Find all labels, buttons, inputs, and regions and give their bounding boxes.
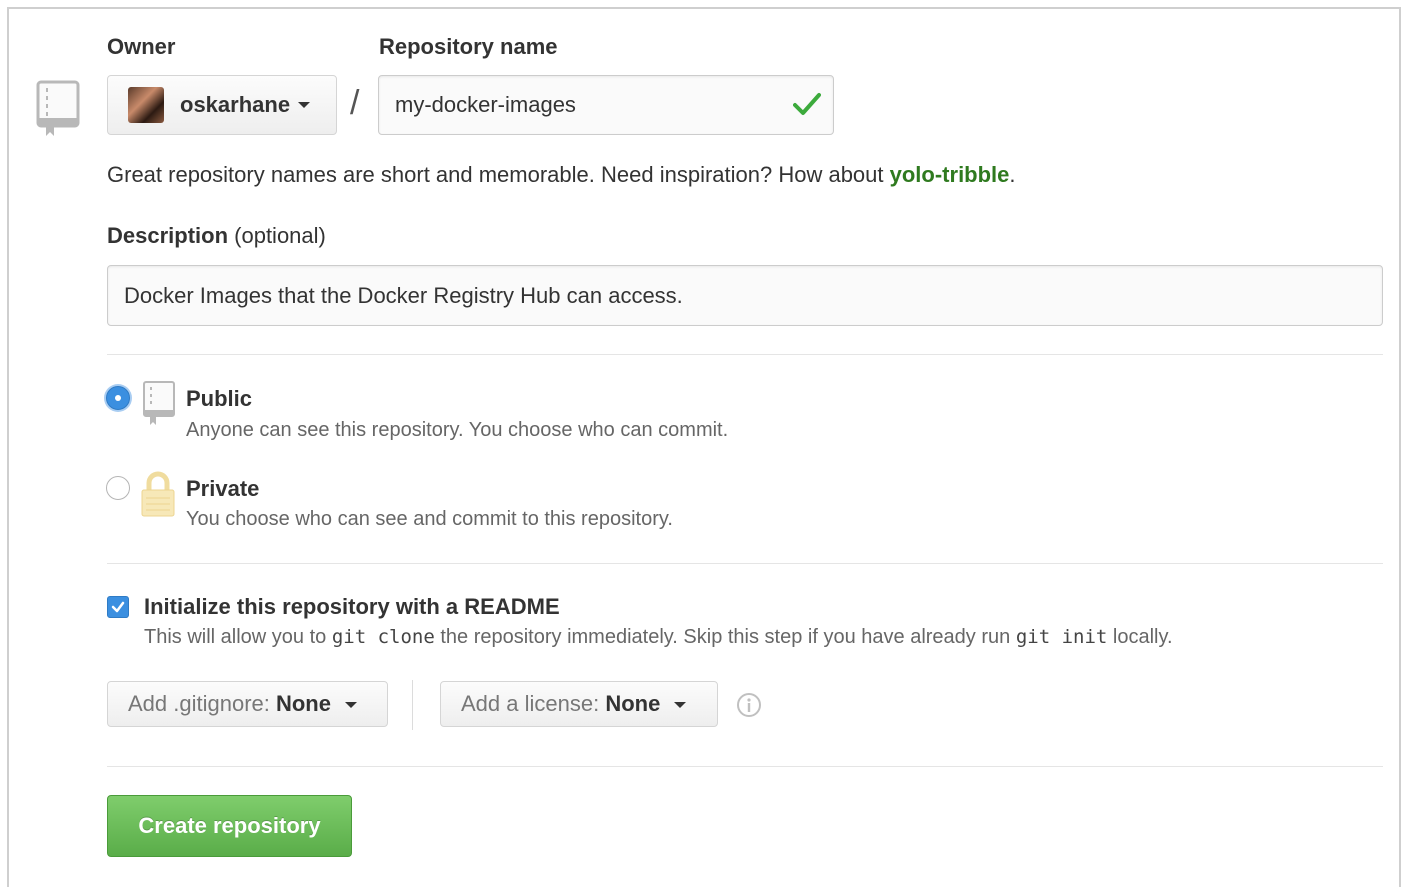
divider	[107, 563, 1383, 564]
license-value: None	[605, 691, 661, 716]
repo-name-value: my-docker-images	[395, 92, 576, 117]
readme-title: Initialize this repository with a README	[144, 594, 560, 619]
create-repository-button[interactable]: Create repository	[107, 795, 352, 857]
owner-name: oskarhane	[180, 92, 291, 117]
gitignore-label: Add .gitignore:	[128, 691, 276, 716]
readme-desc-part: This will allow you to	[144, 626, 332, 648]
info-icon[interactable]	[736, 692, 762, 718]
hint-text: Great repository names are short and mem…	[107, 162, 890, 187]
repo-book-icon	[143, 381, 175, 425]
license-dropdown[interactable]: Add a license: None	[440, 681, 718, 727]
gitignore-dropdown[interactable]: Add .gitignore: None	[107, 681, 388, 727]
owner-select[interactable]: oskarhane	[107, 75, 337, 135]
license-label: Add a license:	[461, 691, 606, 716]
readme-checkbox[interactable]	[107, 596, 129, 618]
repo-name-label: Repository name	[379, 34, 558, 59]
public-title: Public	[186, 386, 253, 411]
gitignore-value: None	[275, 691, 331, 716]
repo-name-input[interactable]: my-docker-images	[378, 75, 834, 135]
chevron-down-icon	[674, 702, 687, 709]
check-icon	[793, 93, 821, 115]
description-label-strong: Description	[107, 223, 229, 248]
public-desc: Anyone can see this repository. You choo…	[186, 419, 729, 441]
divider	[107, 354, 1383, 355]
public-radio[interactable]	[106, 386, 130, 410]
description-input[interactable]: Docker Images that the Docker Registry H…	[107, 265, 1383, 326]
description-value: Docker Images that the Docker Registry H…	[124, 283, 683, 308]
readme-desc: This will allow you to git clone the rep…	[144, 626, 1173, 649]
git-init-code: git init	[1015, 626, 1108, 648]
readme-desc-part: locally.	[1107, 626, 1173, 648]
repo-book-icon	[36, 80, 80, 136]
divider	[107, 766, 1383, 767]
user-avatar	[128, 87, 164, 123]
private-radio[interactable]	[106, 476, 130, 500]
hint-end: .	[1009, 162, 1016, 187]
name-suggestion-link[interactable]: yolo-tribble	[890, 162, 1010, 187]
readme-desc-part: the repository immediately. Skip this st…	[434, 626, 1016, 648]
owner-repo-separator: /	[350, 84, 360, 122]
repo-name-hint: Great repository names are short and mem…	[107, 162, 1016, 188]
description-optional: (optional)	[228, 223, 326, 248]
lock-icon	[141, 471, 175, 517]
chevron-down-icon	[298, 102, 311, 108]
page-frame	[7, 7, 1401, 887]
dropdown-separator	[412, 680, 413, 730]
checkmark-icon	[111, 601, 125, 613]
private-title: Private	[186, 476, 260, 501]
git-clone-code: git clone	[331, 626, 435, 648]
owner-label: Owner	[107, 34, 176, 59]
description-label: Description (optional)	[107, 223, 326, 249]
chevron-down-icon	[345, 702, 358, 709]
private-desc: You choose who can see and commit to thi…	[186, 508, 673, 530]
